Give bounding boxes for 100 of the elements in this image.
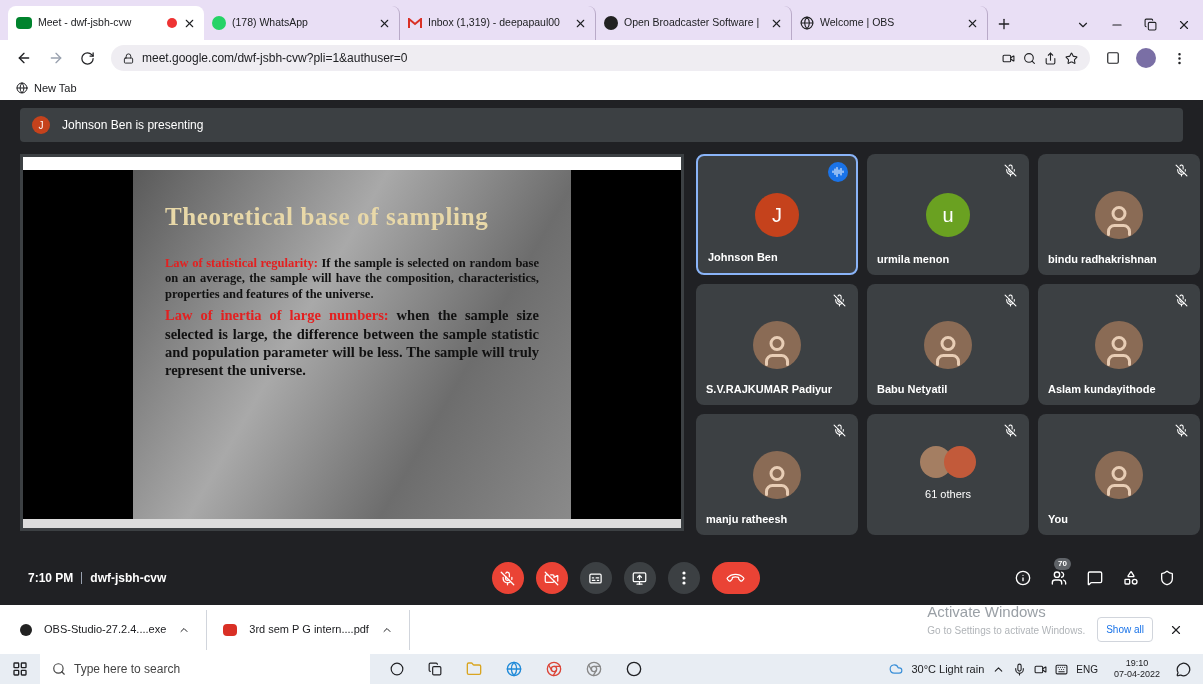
close-icon[interactable] — [1177, 18, 1191, 32]
bookmark-link[interactable]: New Tab — [16, 79, 77, 97]
presenter-label: Johnson Ben is presenting — [62, 117, 204, 134]
participant-name: Johnson Ben — [708, 249, 778, 265]
clock[interactable]: 19:10 07-04-2022 — [1105, 657, 1168, 681]
group-avatars-icon — [920, 446, 976, 479]
chrome-icon[interactable] — [586, 661, 602, 677]
people-icon[interactable] — [1051, 570, 1067, 586]
avatar-photo-placeholder — [1095, 320, 1143, 369]
mail-icon — [408, 17, 422, 29]
sidebar-icon[interactable] — [1106, 51, 1120, 65]
microphone-icon — [1013, 662, 1027, 676]
zoom-icon[interactable] — [1023, 51, 1036, 65]
tab-title: Open Broadcaster Software | — [624, 15, 761, 31]
circle-logo-icon — [20, 623, 32, 636]
avatar-photo-placeholder — [924, 320, 972, 369]
start-icon[interactable] — [12, 661, 28, 677]
browser-tab[interactable]: Inbox (1,319) - deepapaul00 — [400, 6, 596, 40]
avatar-photo-placeholder — [1095, 450, 1143, 499]
file-name: OBS-Studio-27.2.4....exe — [44, 622, 167, 638]
url-text: meet.google.com/dwf-jsbh-cvw?pli=1&authuser=0 — [142, 50, 408, 67]
muted-mic-icon — [833, 294, 846, 307]
bookmark-label: New Tab — [34, 80, 77, 96]
back-icon[interactable] — [16, 50, 32, 66]
new-tab-icon[interactable] — [996, 16, 1012, 32]
taskbar-search-field[interactable]: Type here to search — [40, 654, 370, 684]
more-options-button[interactable] — [667, 562, 700, 594]
globe-icon — [16, 82, 28, 94]
tab-title: Inbox (1,319) - deepapaul00 — [428, 15, 561, 31]
captions-button[interactable] — [579, 562, 612, 594]
reload-icon[interactable] — [80, 50, 95, 66]
activation-title: Activate Windows — [927, 601, 1046, 622]
camera-off-icon — [544, 570, 560, 586]
muted-mic-icon — [500, 570, 516, 586]
muted-mic-icon — [1004, 424, 1017, 437]
browser-tab[interactable]: Open Broadcaster Software | — [596, 6, 792, 40]
tab-title: Welcome | OBS — [820, 15, 896, 31]
info-icon[interactable] — [1015, 570, 1031, 586]
participant-name: Aslam kundayithode — [1048, 381, 1156, 397]
participant-name: Babu Netyatil — [877, 381, 948, 397]
activation-text: Go to Settings to activate Windows. — [927, 624, 1086, 639]
mic-button[interactable] — [491, 562, 524, 594]
avatar-photo-placeholder — [753, 450, 801, 499]
browser-tab[interactable]: (178) WhatsApp — [204, 6, 400, 40]
avatar: J — [755, 192, 799, 237]
muted-mic-icon — [1175, 424, 1188, 437]
browser-tab[interactable]: Meet - dwf-jsbh-cvw — [8, 6, 204, 40]
slide-title: Theoretical base of sampling — [165, 202, 490, 232]
muted-mic-icon — [1004, 294, 1017, 307]
file-name: 3rd sem P G intern....pdf — [249, 622, 369, 638]
participant-name: bindu radhakrishnan — [1048, 251, 1157, 267]
globe-icon — [800, 16, 814, 30]
participant-name: S.V.RAJKUMAR Padiyur — [706, 381, 833, 397]
clock-date: 07-04-2022 — [1113, 669, 1160, 681]
activities-icon[interactable] — [1123, 570, 1139, 586]
circle-logo-icon — [604, 16, 618, 30]
chat-icon[interactable] — [1087, 570, 1103, 586]
search-icon — [52, 662, 66, 676]
tab-title: (178) WhatsApp — [232, 15, 309, 31]
download-item[interactable]: OBS-Studio-27.2.4....exe — [20, 609, 208, 650]
participant-name: 61 others — [925, 487, 971, 503]
weather-text: 30°C Light rain — [911, 661, 985, 677]
leave-call-button[interactable] — [711, 562, 760, 594]
people-count-badge: 70 — [1054, 558, 1071, 570]
camera-button[interactable] — [535, 562, 568, 594]
search-placeholder: Type here to search — [74, 661, 181, 678]
present-button[interactable] — [623, 562, 656, 594]
present-screen-icon — [632, 570, 648, 586]
chrome-icon[interactable] — [546, 661, 562, 677]
meeting-code: dwf-jsbh-cvw — [90, 570, 167, 587]
participant-name: manju ratheesh — [706, 511, 788, 527]
muted-mic-icon — [833, 424, 846, 437]
download-item[interactable]: 3rd sem P G intern....pdf — [223, 609, 410, 650]
host-controls-icon[interactable] — [1159, 570, 1175, 586]
slide-paragraph: Law of inertia of large numbers: when the sample size selected is large, the difference between the sample statistic and population parameter will be less. The sample will truly represent the universe. — [165, 306, 539, 379]
lock-icon — [123, 52, 134, 64]
browser-icon[interactable] — [506, 661, 522, 677]
captions-icon — [588, 570, 604, 586]
more-icon — [681, 571, 686, 585]
show-all-button[interactable]: Show all — [1097, 617, 1153, 642]
participant-name: urmila menon — [877, 251, 950, 267]
clock-time: 19:10 — [1125, 657, 1149, 669]
browser-tab[interactable]: Welcome | OBS — [792, 6, 988, 40]
avatar: J — [32, 116, 50, 134]
bookmark-star-icon[interactable] — [1065, 51, 1078, 65]
tab-title: Meet - dwf-jsbh-cvw — [38, 15, 133, 31]
profile-avatar[interactable] — [1136, 48, 1156, 68]
weather-icon — [889, 662, 904, 676]
notifications-icon[interactable] — [1176, 661, 1191, 677]
address-bar[interactable]: meet.google.com/dwf-jsbh-cvw?pli=1&authuser=0 — [111, 45, 1090, 71]
avatar: u — [926, 192, 970, 237]
circle-app-icon[interactable] — [626, 661, 642, 677]
keyboard-icon[interactable] — [1055, 662, 1069, 676]
avatar-photo-placeholder — [753, 320, 801, 369]
language-indicator[interactable]: ENG — [1076, 661, 1098, 677]
share-icon[interactable] — [1044, 51, 1057, 65]
muted-mic-icon — [1175, 164, 1188, 177]
restore-icon[interactable] — [1144, 18, 1157, 31]
task-view-icon[interactable] — [428, 662, 442, 676]
avatar-photo-placeholder — [1095, 190, 1143, 239]
